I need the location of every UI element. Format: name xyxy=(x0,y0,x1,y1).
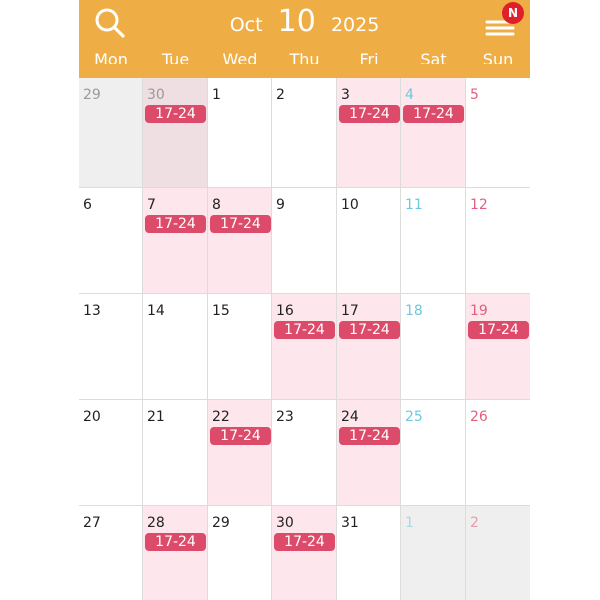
day-cell[interactable]: 7 17-24 xyxy=(143,188,208,294)
month-label: Oct xyxy=(229,14,263,36)
day-cell[interactable]: 16 17-24 xyxy=(272,294,337,400)
day-cell[interactable]: 30 17-24 xyxy=(143,78,208,188)
day-number: 17 xyxy=(341,303,359,319)
calendar-grid: 29 30 17-24 1 2 3 17-24 4 17-24 5 6 7 17-24 8 17-24 9 10… xyxy=(79,78,530,600)
day-number: 3 xyxy=(341,87,350,103)
shift-label[interactable]: 17-24 xyxy=(274,533,335,551)
day-number: 2 xyxy=(470,515,479,531)
day-number: 22 xyxy=(212,409,230,425)
day-number: 24 xyxy=(341,409,359,425)
day-number: 14 xyxy=(147,303,165,319)
shift-label[interactable]: 17-24 xyxy=(145,105,206,123)
day-cell[interactable]: 21 xyxy=(143,400,208,506)
day-number: 12 xyxy=(470,197,488,213)
day-number: 7 xyxy=(147,197,156,213)
day-number: 23 xyxy=(276,409,294,425)
weekday-thu: Thu xyxy=(289,50,320,69)
day-cell[interactable]: 12 xyxy=(466,188,530,294)
day-number: 2 xyxy=(276,87,285,103)
day-cell[interactable]: 30 17-24 xyxy=(272,506,337,600)
day-number: 6 xyxy=(83,197,92,213)
day-cell[interactable]: 15 xyxy=(208,294,272,400)
day-number: 10 xyxy=(341,197,359,213)
shift-label[interactable]: 17-24 xyxy=(339,321,400,339)
shift-label[interactable]: 17-24 xyxy=(403,105,464,123)
day-number: 18 xyxy=(405,303,423,319)
weekday-tue: Tue xyxy=(161,50,190,69)
day-number: 9 xyxy=(276,197,285,213)
calendar-app: Oct 10 2025 N Mon Tue Wed Thu Fri Sat Sun 29 30… xyxy=(79,0,530,600)
shift-label[interactable]: 17-24 xyxy=(339,105,400,123)
day-number: 27 xyxy=(83,515,101,531)
day-number: 1 xyxy=(212,87,221,103)
day-cell[interactable]: 20 xyxy=(79,400,143,506)
day-number: 19 xyxy=(470,303,488,319)
day-cell[interactable]: 18 xyxy=(401,294,466,400)
weekday-wed: Wed xyxy=(222,50,258,69)
day-cell[interactable]: 17 17-24 xyxy=(337,294,401,400)
day-cell[interactable]: 24 17-24 xyxy=(337,400,401,506)
day-number: 16 xyxy=(276,303,294,319)
day-number: 29 xyxy=(83,87,101,103)
day-cell[interactable]: 3 17-24 xyxy=(337,78,401,188)
day-cell[interactable]: 27 xyxy=(79,506,143,600)
day-cell[interactable]: 25 xyxy=(401,400,466,506)
day-cell[interactable]: 23 xyxy=(272,400,337,506)
day-number: 28 xyxy=(147,515,165,531)
day-cell[interactable]: 6 xyxy=(79,188,143,294)
day-cell[interactable]: 4 17-24 xyxy=(401,78,466,188)
day-cell[interactable]: 31 xyxy=(337,506,401,600)
day-number: 5 xyxy=(470,87,479,103)
shift-label[interactable]: 17-24 xyxy=(274,321,335,339)
day-cell[interactable]: 1 xyxy=(401,506,466,600)
day-number: 11 xyxy=(405,197,423,213)
weekday-sat: Sat xyxy=(420,50,447,69)
weekday-fri: Fri xyxy=(359,50,379,69)
day-number: 26 xyxy=(470,409,488,425)
year-label: 2025 xyxy=(330,14,380,36)
day-cell[interactable]: 19 17-24 xyxy=(466,294,530,400)
calendar-header: Oct 10 2025 N Mon Tue Wed Thu Fri Sat Sun xyxy=(79,0,530,78)
notification-badge[interactable]: N xyxy=(502,2,524,24)
day-cell[interactable]: 9 xyxy=(272,188,337,294)
day-number: 8 xyxy=(212,197,221,213)
day-cell[interactable]: 14 xyxy=(143,294,208,400)
day-number: 30 xyxy=(147,87,165,103)
shift-label[interactable]: 17-24 xyxy=(145,533,206,551)
shift-label[interactable]: 17-24 xyxy=(145,215,206,233)
day-number: 29 xyxy=(212,515,230,531)
current-day: 10 xyxy=(277,4,316,39)
day-number: 1 xyxy=(405,515,414,531)
day-cell[interactable]: 11 xyxy=(401,188,466,294)
month-title[interactable]: Oct 10 2025 xyxy=(79,4,530,44)
day-number: 31 xyxy=(341,515,359,531)
day-cell[interactable]: 1 xyxy=(208,78,272,188)
shift-label[interactable]: 17-24 xyxy=(210,427,271,445)
day-cell[interactable]: 28 17-24 xyxy=(143,506,208,600)
day-cell[interactable]: 26 xyxy=(466,400,530,506)
day-cell[interactable]: 29 xyxy=(79,78,143,188)
day-cell[interactable]: 8 17-24 xyxy=(208,188,272,294)
day-number: 4 xyxy=(405,87,414,103)
weekday-header: Mon Tue Wed Thu Fri Sat Sun xyxy=(79,50,530,70)
day-number: 20 xyxy=(83,409,101,425)
day-cell[interactable]: 29 xyxy=(208,506,272,600)
day-cell[interactable]: 2 xyxy=(466,506,530,600)
day-number: 15 xyxy=(212,303,230,319)
day-cell[interactable]: 13 xyxy=(79,294,143,400)
shift-label[interactable]: 17-24 xyxy=(339,427,400,445)
day-number: 21 xyxy=(147,409,165,425)
day-cell[interactable]: 10 xyxy=(337,188,401,294)
weekday-mon: Mon xyxy=(94,50,128,69)
shift-label[interactable]: 17-24 xyxy=(210,215,271,233)
shift-label[interactable]: 17-24 xyxy=(468,321,529,339)
day-cell[interactable]: 22 17-24 xyxy=(208,400,272,506)
day-number: 25 xyxy=(405,409,423,425)
weekday-sun: Sun xyxy=(482,50,514,69)
day-cell[interactable]: 2 xyxy=(272,78,337,188)
day-cell[interactable]: 5 xyxy=(466,78,530,188)
day-number: 30 xyxy=(276,515,294,531)
day-number: 13 xyxy=(83,303,101,319)
